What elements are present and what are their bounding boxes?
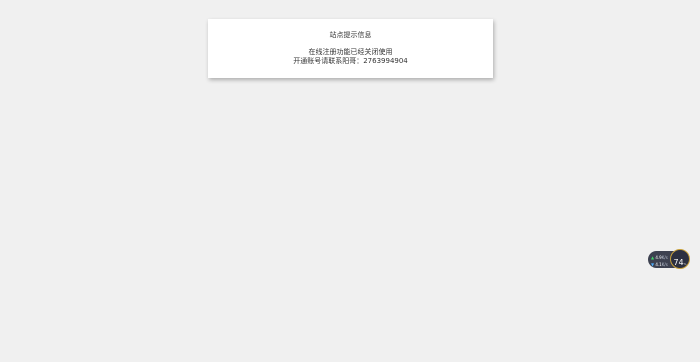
page: 站点提示信息 在线注册功能已经关闭使用 开通账号请联系阳哥：2763994904… xyxy=(0,0,700,362)
notice-message-line-2: 开通账号请联系阳哥：2763994904 xyxy=(293,57,408,65)
site-notice-box: 站点提示信息 在线注册功能已经关闭使用 开通账号请联系阳哥：2763994904 xyxy=(208,19,493,78)
notice-title: 站点提示信息 xyxy=(329,31,372,39)
notice-message: 在线注册功能已经关闭使用 开通账号请联系阳哥：2763994904 xyxy=(208,48,493,66)
upload-arrow-icon: ▲ xyxy=(651,255,655,260)
usage-unit: % xyxy=(683,262,687,266)
notice-message-line-1: 在线注册功能已经关闭使用 xyxy=(308,48,393,56)
download-speed-unit: K/s xyxy=(661,262,668,267)
download-speed: ▼ 4.1K/s xyxy=(651,262,668,267)
usage-value: 74 xyxy=(673,258,684,267)
network-speed-widget[interactable]: ▲ 4.9K/s ▼ 4.1K/s 74% xyxy=(648,249,691,271)
download-arrow-icon: ▼ xyxy=(651,262,655,267)
usage-gauge[interactable]: 74% xyxy=(670,249,690,269)
upload-speed: ▲ 4.9K/s xyxy=(651,255,668,260)
upload-speed-unit: K/s xyxy=(661,255,668,260)
